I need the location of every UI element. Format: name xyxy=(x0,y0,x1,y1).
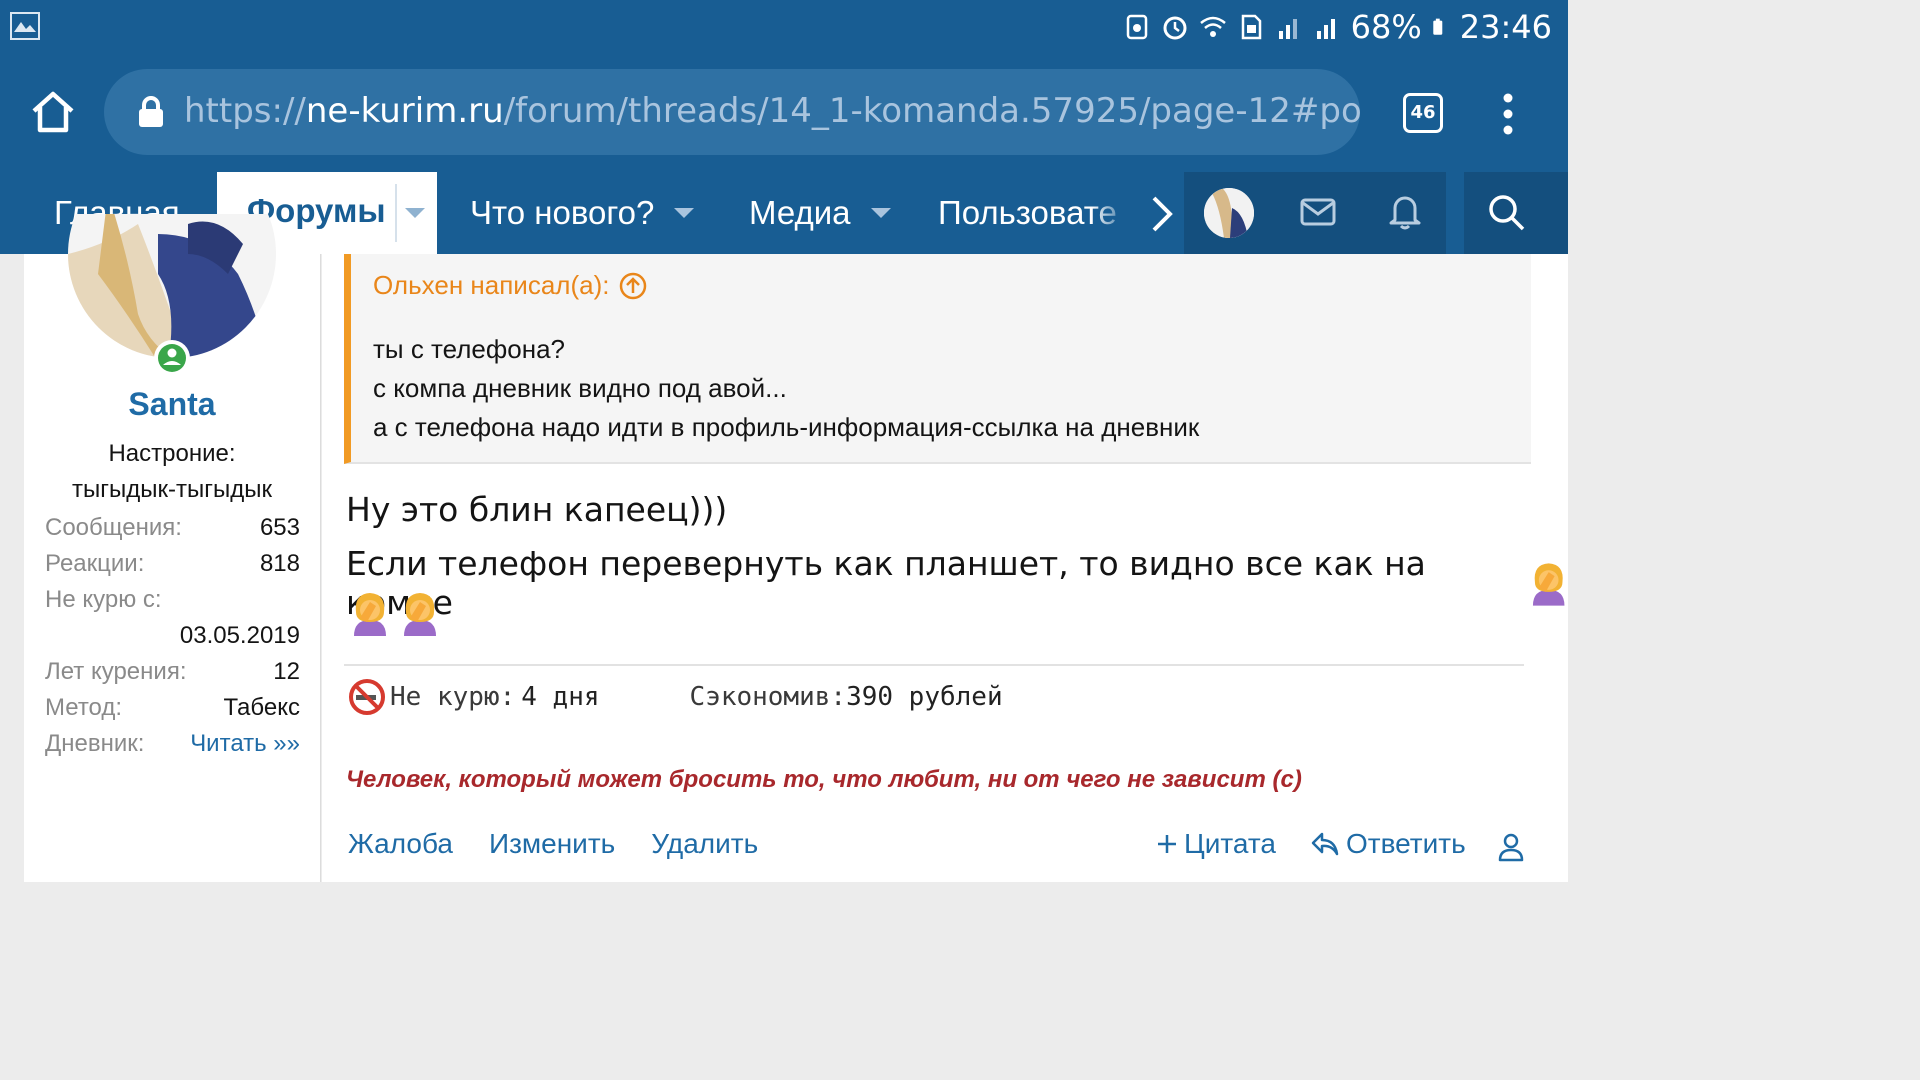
reply-icon xyxy=(1311,832,1339,856)
nav-members[interactable]: Пользовате xyxy=(938,172,1130,254)
stat-key: Реакции: xyxy=(45,550,145,577)
nav-user-tools xyxy=(1184,172,1446,254)
battery-icon xyxy=(1433,18,1443,35)
status-bar: 68% 23:46 xyxy=(0,0,1568,54)
online-status-icon xyxy=(154,340,190,376)
message-line-with-emoji: Если телефон перевернуть как планшет, то… xyxy=(346,544,1568,622)
alarm-icon xyxy=(1163,16,1187,40)
stat-value: 12 xyxy=(273,658,300,685)
signal-icon-2 xyxy=(1316,19,1335,39)
more-menu-icon[interactable] xyxy=(1496,92,1520,136)
mood-value: тыгыдык-тыгыдык xyxy=(72,476,272,503)
post-author-panel: Santa Настроние: тыгыдык-тыгыдык Сообщен… xyxy=(24,214,321,882)
facepalm-emoji-icon xyxy=(404,593,436,636)
status-right: 68% 23:46 xyxy=(1123,8,1552,46)
quote-block: Ольхен написал(а): ты с телефона? с комп… xyxy=(344,254,1531,464)
user-profile-icon[interactable] xyxy=(1498,832,1524,862)
url-scheme: https:// xyxy=(184,91,306,131)
browser-toolbar: https://ne-kurim.ru/forum/threads/14_1-k… xyxy=(0,54,1568,172)
quote-button-label: Цитата xyxy=(1184,828,1276,859)
message-text: Если телефон перевернуть как планшет, то… xyxy=(346,544,1426,622)
stat-method: Метод: Табекс xyxy=(45,694,300,722)
counter-label: Не курю: xyxy=(390,682,516,712)
arrow-up-circle-icon[interactable] xyxy=(619,272,647,300)
mail-icon[interactable] xyxy=(1300,196,1336,228)
avatar xyxy=(1204,188,1254,238)
nav-search[interactable] xyxy=(1464,172,1568,254)
stat-diary: Дневник: Читать »» xyxy=(45,730,300,758)
edit-button[interactable]: Изменить xyxy=(489,828,615,860)
author-username[interactable]: Santa xyxy=(24,386,320,423)
stat-key: Сообщения: xyxy=(45,514,182,541)
post-body: Ольхен написал(а): ты с телефона? с комп… xyxy=(322,254,1568,882)
mood-label: Настроние: xyxy=(108,440,236,467)
recycle-icon xyxy=(1126,14,1147,40)
stat-key: Не курю с: xyxy=(45,586,162,613)
url-text[interactable]: https://ne-kurim.ru/forum/threads/14_1-k… xyxy=(184,91,1360,131)
stat-years-smoking: Лет курения: 12 xyxy=(45,658,300,686)
quit-counter-banner: Не курю: 4 дня Сэкономив: 390 рублей xyxy=(348,674,1003,720)
message-line: Ну это блин капеец))) xyxy=(346,490,728,529)
lock-icon xyxy=(139,96,163,127)
nav-whats-new[interactable]: Что нового? xyxy=(470,172,695,254)
stat-key: Метод: xyxy=(45,694,123,721)
sim-icon xyxy=(1241,14,1261,40)
stat-value: 03.05.2019 xyxy=(179,622,300,649)
nav-divider xyxy=(395,184,397,242)
quote-content: ты с телефона? с компа дневник видно под… xyxy=(373,330,1199,447)
chevron-down-icon[interactable] xyxy=(405,208,425,218)
counter-value: 4 дня xyxy=(521,682,600,712)
bell-icon[interactable] xyxy=(1388,192,1422,230)
quote-author-text: Ольхен написал(а): xyxy=(373,270,610,300)
quote-line: ты с телефона? xyxy=(373,334,566,364)
stat-messages: Сообщения: 653 xyxy=(45,514,300,542)
report-button[interactable]: Жалоба xyxy=(348,828,453,860)
delete-button[interactable]: Удалить xyxy=(651,828,758,860)
author-mood: Настроние: тыгыдык-тыгыдык xyxy=(24,436,320,508)
post-actions-left: Жалоба Изменить Удалить xyxy=(348,828,758,860)
saved-label: Сэкономив: xyxy=(689,682,847,712)
gallery-notification-icon xyxy=(10,12,40,40)
chevron-down-icon[interactable] xyxy=(674,208,695,218)
tab-switcher-button[interactable]: 46 xyxy=(1403,93,1443,133)
chevron-right-icon[interactable] xyxy=(1150,194,1174,234)
stat-key: Лет курения: xyxy=(45,658,187,685)
stat-reactions: Реакции: 818 xyxy=(45,550,300,578)
user-avatar-button[interactable] xyxy=(1204,188,1254,238)
plus-icon xyxy=(1158,835,1176,853)
url-domain: ne-kurim.ru xyxy=(305,91,504,131)
battery-percent: 68% xyxy=(1350,8,1422,46)
quote-author-link[interactable]: Ольхен написал(а): xyxy=(373,270,647,301)
stat-value: 653 xyxy=(259,514,300,541)
home-icon[interactable] xyxy=(30,89,76,135)
stat-key: Дневник: xyxy=(45,730,145,757)
nav-media-label: Медиа xyxy=(749,194,851,231)
stat-quit-date-label: Не курю с: xyxy=(45,586,300,614)
address-bar[interactable]: https://ne-kurim.ru/forum/threads/14_1-k… xyxy=(104,69,1360,155)
quote-button[interactable]: Цитата xyxy=(1156,828,1276,860)
diary-read-link[interactable]: Читать »» xyxy=(190,730,300,758)
stat-value: Табекс xyxy=(223,694,300,721)
emoji-row xyxy=(350,590,440,636)
nav-media[interactable]: Медиа xyxy=(749,172,891,254)
chevron-down-icon[interactable] xyxy=(870,208,891,218)
no-smoking-icon xyxy=(349,679,385,715)
facepalm-emoji-icon xyxy=(1532,563,1565,606)
reply-button-label: Ответить xyxy=(1346,828,1466,859)
stat-value: 818 xyxy=(259,550,300,577)
signature-divider xyxy=(344,664,1524,666)
signal-icon-1 xyxy=(1278,19,1297,39)
nav-whats-new-label: Что нового? xyxy=(470,194,655,231)
wifi-icon xyxy=(1199,16,1226,37)
signature: Человек, который может бросить то, что л… xyxy=(346,766,1302,793)
saved-value: 390 рублей xyxy=(846,682,1003,712)
search-icon[interactable] xyxy=(1486,192,1526,232)
url-path: /forum/threads/14_1-komanda.57925/page-1… xyxy=(503,91,1360,131)
facepalm-emoji-icon xyxy=(354,593,386,636)
reply-button[interactable]: Ответить xyxy=(1310,828,1466,860)
quote-line: а с телефона надо идти в профиль-информа… xyxy=(373,412,1200,442)
quote-line: с компа дневник видно под авой... xyxy=(373,373,787,403)
clock: 23:46 xyxy=(1459,8,1552,46)
